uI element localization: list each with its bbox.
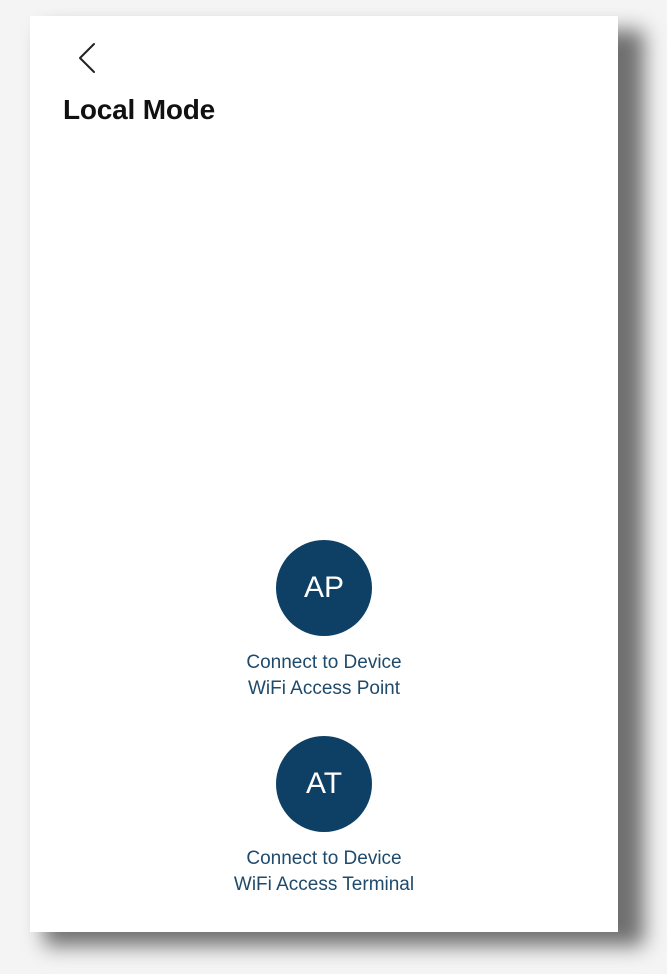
at-badge-label: AT <box>305 767 343 800</box>
page-title: Local Mode <box>63 94 216 125</box>
chevron-left-icon <box>72 38 102 78</box>
at-caption-line1: Connect to Device <box>246 848 402 869</box>
ap-button[interactable]: AP <box>276 540 372 636</box>
at-caption-line2: WiFi Access Terminal <box>233 874 415 895</box>
at-button[interactable]: AT <box>276 736 372 832</box>
back-button[interactable] <box>72 38 102 78</box>
ap-caption[interactable]: Connect to Device WiFi Access Point <box>30 650 618 702</box>
at-caption[interactable]: Connect to Device WiFi Access Terminal <box>30 846 618 898</box>
ap-badge-label: AP <box>303 571 345 604</box>
ap-caption-line1: Connect to Device <box>246 652 402 673</box>
access-point-option[interactable]: AP Connect to Device WiFi Access Point <box>30 540 618 702</box>
ap-caption-line2: WiFi Access Point <box>247 678 401 699</box>
window-frame: Local Mode AP Connect to Device WiFi Acc… <box>0 0 667 974</box>
app-screen: Local Mode AP Connect to Device WiFi Acc… <box>30 16 618 932</box>
access-terminal-option[interactable]: AT Connect to Device WiFi Access Termina… <box>30 736 618 898</box>
